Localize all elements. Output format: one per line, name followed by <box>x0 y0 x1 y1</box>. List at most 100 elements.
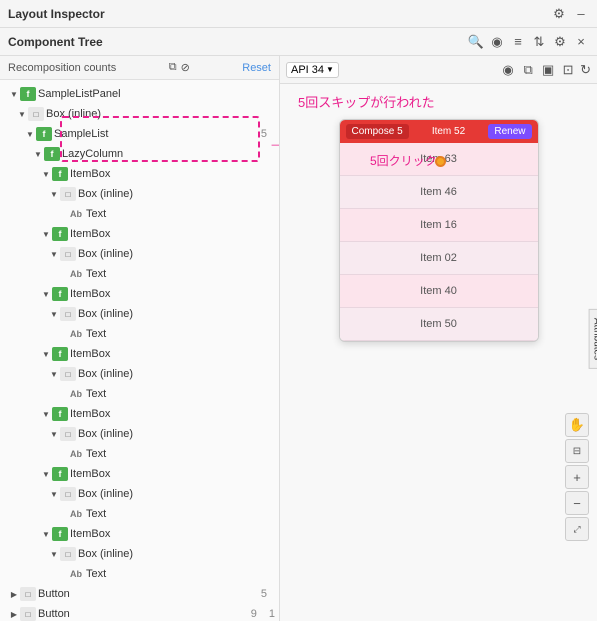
icon-f-itembox-5: f <box>52 407 68 421</box>
label-box-inline-8: Box (inline) <box>78 548 133 560</box>
arrow-box-6[interactable]: ▼ <box>48 428 60 440</box>
device-icon[interactable]: ▣ <box>540 62 556 78</box>
tree-item-box-inline-8[interactable]: ▼ □ Box (inline) <box>0 544 279 564</box>
compose-button[interactable]: Compose 5 <box>346 124 409 139</box>
list-item-5[interactable]: Item 50 <box>340 308 538 341</box>
arrow-itembox-5[interactable]: ▼ <box>40 408 52 420</box>
tree-item-text-3[interactable]: Ab Text <box>0 324 279 344</box>
tree-item-itembox-3[interactable]: ▼ f ItemBox <box>0 284 279 304</box>
list-item-0[interactable]: Item 63 <box>340 143 538 176</box>
arrow-box-5[interactable]: ▼ <box>48 368 60 380</box>
hand-tool-btn[interactable]: ✋ <box>565 413 589 437</box>
api-chevron: ▼ <box>326 65 334 74</box>
arrow-box-2[interactable]: ▼ <box>48 188 60 200</box>
list-icon[interactable]: ≡ <box>510 34 526 50</box>
search-icon[interactable]: 🔍 <box>468 34 484 50</box>
filter-icon[interactable]: ⇅ <box>531 34 547 50</box>
tree-item-text-2[interactable]: Ab Text <box>0 264 279 284</box>
preview-header: Compose 5 Item 52 Renew <box>340 120 538 143</box>
arrow-samplelist[interactable]: ▼ <box>24 128 36 140</box>
tree-item-text-7[interactable]: Ab Text <box>0 564 279 584</box>
gear-icon[interactable]: ⚙ <box>552 34 568 50</box>
label-lazycolumn: LazyColumn <box>62 148 123 160</box>
tree-item-button-1[interactable]: ▶ □ Button 5 <box>0 584 279 604</box>
zoom-in-btn[interactable]: + <box>565 465 589 489</box>
arrow-box-inline-1[interactable]: ▼ <box>16 108 28 120</box>
tree-item-box-inline-6[interactable]: ▼ □ Box (inline) <box>0 424 279 444</box>
arrow-itembox-7[interactable]: ▼ <box>40 528 52 540</box>
list-item-3[interactable]: Item 02 <box>340 242 538 275</box>
label-itembox-6: ItemBox <box>70 468 110 480</box>
settings-icon[interactable]: ⚙ <box>551 6 567 22</box>
label-itembox-4: ItemBox <box>70 348 110 360</box>
count-button-2: 9 <box>251 608 265 620</box>
tree-item-lazycolumn[interactable]: ▼ f LazyColumn <box>0 144 279 164</box>
tree-item-text-5[interactable]: Ab Text <box>0 444 279 464</box>
list-item-2[interactable]: Item 16 <box>340 209 538 242</box>
label-box-inline-2: Box (inline) <box>78 188 133 200</box>
main-content: Recomposition counts ⧉ ⊘ Reset → ▼ f Sam… <box>0 56 597 621</box>
recomp-icons: ⧉ ⊘ <box>169 61 190 74</box>
api-toolbar: API 34 ▼ ◉ ⧉ ▣ ⊡ ↻ Attributes <box>280 56 597 84</box>
arrow-lazycolumn[interactable]: ▼ <box>32 148 44 160</box>
icon-f-lazycolumn: f <box>44 147 60 161</box>
arrow-samplistpanel[interactable]: ▼ <box>8 88 20 100</box>
arrow-box-4[interactable]: ▼ <box>48 308 60 320</box>
icon-ab-7: Ab <box>68 567 84 581</box>
arrow-itembox-3[interactable]: ▼ <box>40 288 52 300</box>
icon-f-samplelist: f <box>36 127 52 141</box>
arrow-itembox-4[interactable]: ▼ <box>40 348 52 360</box>
tree-item-itembox-6[interactable]: ▼ f ItemBox <box>0 464 279 484</box>
renew-button[interactable]: Renew <box>488 124 531 139</box>
tree-item-itembox-7[interactable]: ▼ f ItemBox <box>0 524 279 544</box>
label-button-1: Button <box>38 588 70 600</box>
arrow-box-7[interactable]: ▼ <box>48 488 60 500</box>
tree-item-box-inline-7[interactable]: ▼ □ Box (inline) <box>0 484 279 504</box>
tree-item-samplelist[interactable]: ▼ f SampleList 5 <box>0 124 279 144</box>
preview-area: 5回スキップが行われた Compose 5 Item 52 Renew Item… <box>280 84 597 621</box>
minimize-icon[interactable]: – <box>573 6 589 22</box>
list-item-4[interactable]: Item 40 <box>340 275 538 308</box>
tree-item-box-inline-5[interactable]: ▼ □ Box (inline) <box>0 364 279 384</box>
arrow-button-2[interactable]: ▶ <box>8 608 20 620</box>
arrow-itembox-2[interactable]: ▼ <box>40 228 52 240</box>
attributes-tab[interactable]: Attributes <box>588 308 597 368</box>
tree-item-itembox-4[interactable]: ▼ f ItemBox <box>0 344 279 364</box>
api-selector[interactable]: API 34 ▼ <box>286 62 339 78</box>
tree-item-button-2[interactable]: ▶ □ Button 9 1 <box>0 604 279 621</box>
eye-icon[interactable]: ◉ <box>489 34 505 50</box>
zoom-out-btn[interactable]: − <box>565 491 589 515</box>
arrow-itembox-6[interactable]: ▼ <box>40 468 52 480</box>
tree-item-samplistpanel[interactable]: ▼ f SampleListPanel <box>0 84 279 104</box>
tree-item-box-inline-3[interactable]: ▼ □ Box (inline) <box>0 244 279 264</box>
icon-f-itembox-4: f <box>52 347 68 361</box>
icon-box-7: □ <box>60 487 76 501</box>
recomp-reset-btn[interactable]: Reset <box>242 62 271 74</box>
split-view-btn[interactable]: ⊟ <box>565 439 589 463</box>
tree-item-box-inline-1[interactable]: ▼ □ Box (inline) <box>0 104 279 124</box>
arrow-box-3[interactable]: ▼ <box>48 248 60 260</box>
tree-item-itembox-2[interactable]: ▼ f ItemBox <box>0 224 279 244</box>
label-itembox-7: ItemBox <box>70 528 110 540</box>
arrow-button-1[interactable]: ▶ <box>8 588 20 600</box>
screenshot-icon[interactable]: ⧉ <box>520 62 536 78</box>
icon-f-itembox-2: f <box>52 227 68 241</box>
recomp-reset-icon[interactable]: ⊘ <box>181 61 190 74</box>
eye-icon-2[interactable]: ◉ <box>500 62 516 78</box>
phone-preview: Compose 5 Item 52 Renew Item 63 Item 46 … <box>339 119 539 342</box>
arrow-itembox-1[interactable]: ▼ <box>40 168 52 180</box>
list-item-1[interactable]: Item 46 <box>340 176 538 209</box>
tree-item-text-4[interactable]: Ab Text <box>0 384 279 404</box>
fit-btn[interactable]: ⤢ <box>565 517 589 541</box>
tree-item-box-inline-2[interactable]: ▼ □ Box (inline) <box>0 184 279 204</box>
tree-item-text-6[interactable]: Ab Text <box>0 504 279 524</box>
more-icon[interactable]: ⊡ <box>560 62 576 78</box>
refresh-icon[interactable]: ↻ <box>580 62 591 78</box>
recomp-copy-icon[interactable]: ⧉ <box>169 61 177 74</box>
tree-item-box-inline-4[interactable]: ▼ □ Box (inline) <box>0 304 279 324</box>
close-icon[interactable]: × <box>573 34 589 50</box>
arrow-box-8[interactable]: ▼ <box>48 548 60 560</box>
tree-item-itembox-5[interactable]: ▼ f ItemBox <box>0 404 279 424</box>
tree-item-text-1[interactable]: Ab Text <box>0 204 279 224</box>
tree-item-itembox-1[interactable]: ▼ f ItemBox <box>0 164 279 184</box>
